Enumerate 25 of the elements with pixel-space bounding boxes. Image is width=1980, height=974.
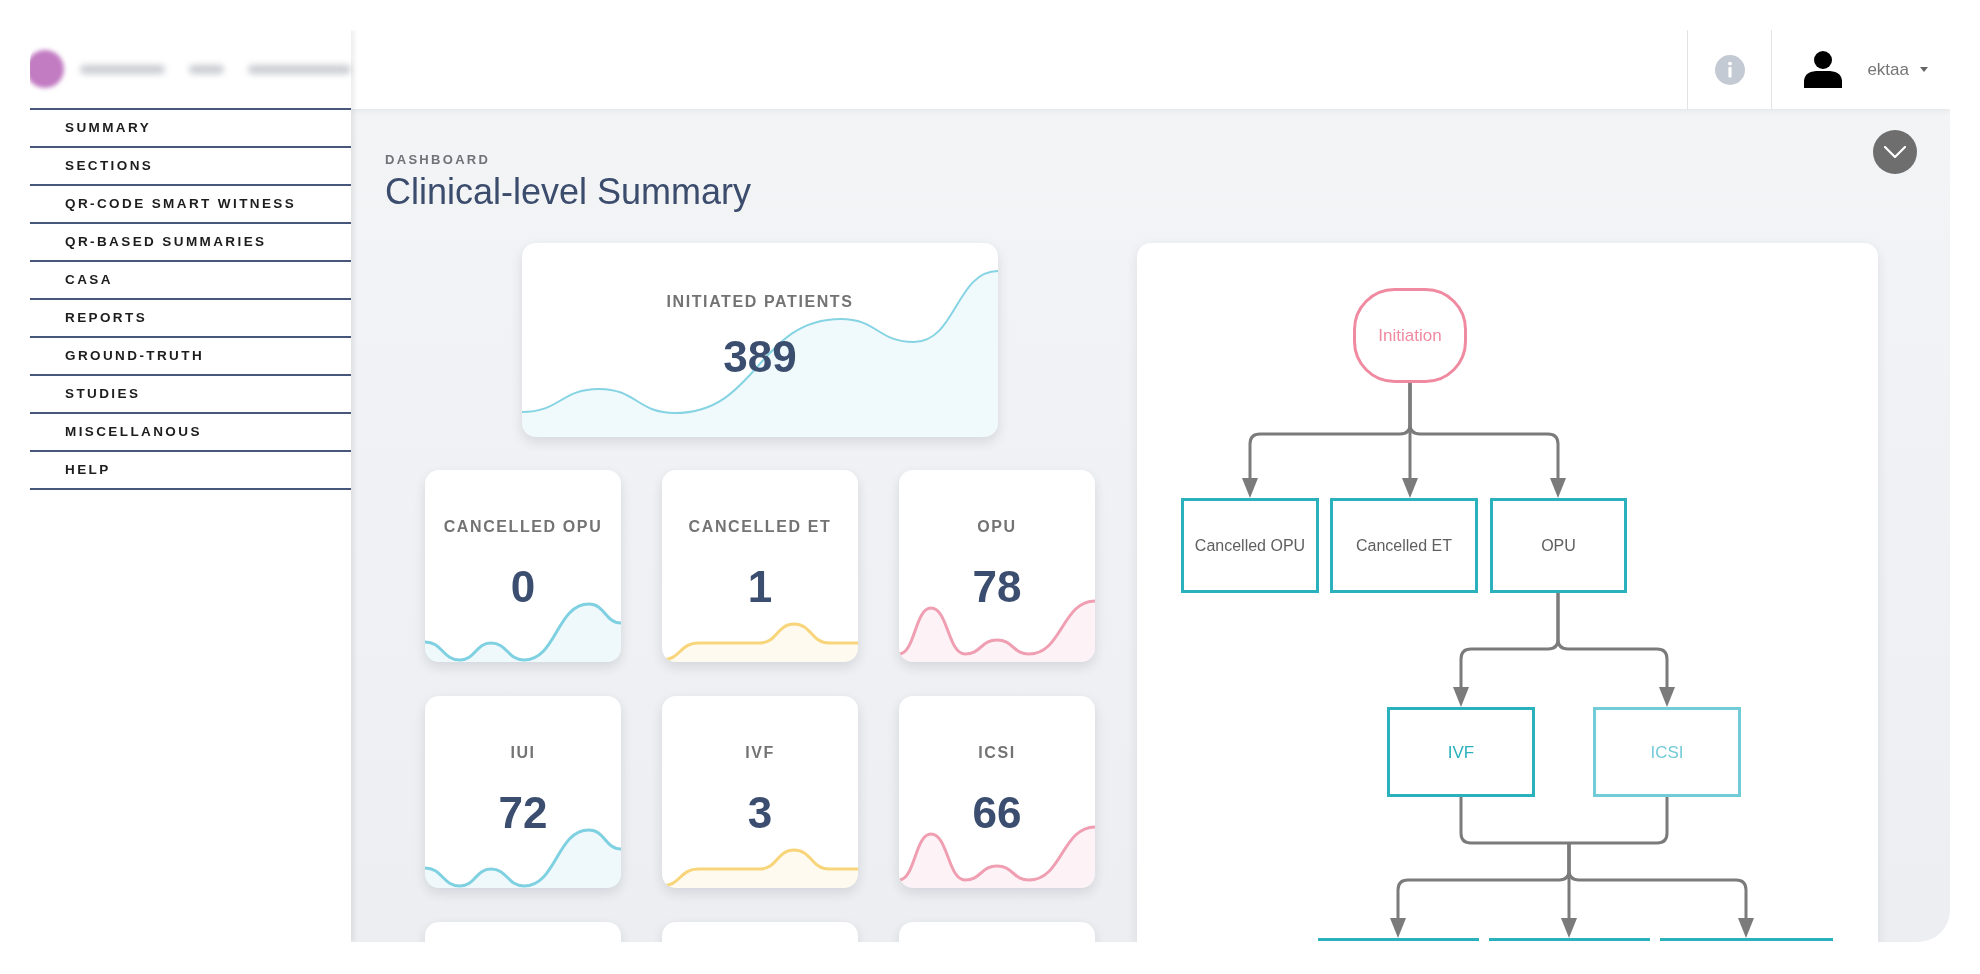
flowchart-node: IVF [1387,707,1535,797]
flowchart-node: Cancelled OPU [1181,498,1319,593]
card-value: 0 [510,562,536,612]
chevron-down-icon [1884,146,1906,158]
card-label: OPU [977,517,1017,537]
person-icon [1804,51,1843,88]
expand-button[interactable] [1873,130,1917,174]
card-value: 66 [972,788,1022,838]
flowchart-node: Cancelled ET [1330,498,1478,593]
caret-icon [1920,67,1928,72]
breadcrumb-label: DASHBOARD [385,152,492,168]
flowchart-node: OPU [1490,498,1627,593]
page-title: Clinical-level Summary [385,170,752,214]
card-value: 72 [498,788,548,838]
card-label: CANCELLED ET [688,517,832,537]
card-label: INITIATED PATIENTS [666,292,854,312]
card-value: 1 [747,562,773,612]
card-label: ICSI [978,743,1016,763]
card-label: IUI [510,743,536,763]
flowchart-node: Initiation [1353,288,1467,383]
flowchart-node: ICSI [1593,707,1741,797]
card-label: CANCELLED OPU [443,517,603,537]
card-label: IVF [745,743,775,763]
card-value: 3 [747,788,773,838]
card-value: 78 [972,562,1022,612]
